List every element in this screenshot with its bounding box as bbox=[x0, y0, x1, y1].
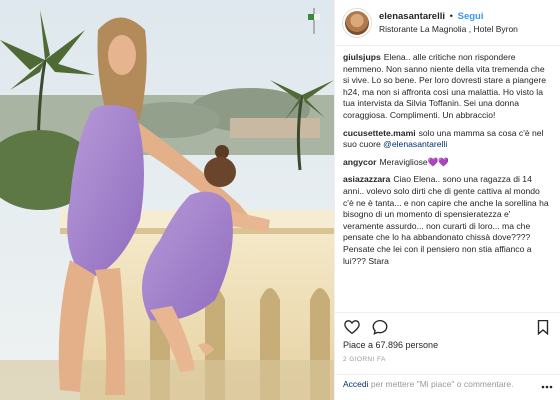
comment-item: angycor Meravigliose💜💜 bbox=[343, 157, 552, 169]
comment-text: Ciao Elena.. sono una ragazza di 14 anni… bbox=[343, 174, 549, 266]
add-comment-area: Accedi per mettere "Mi piace" o commenta… bbox=[335, 374, 560, 400]
comment-username[interactable]: giulsjups bbox=[343, 52, 381, 62]
comment-item: asiazazzara Ciao Elena.. sono una ragazza… bbox=[343, 174, 552, 267]
likes-count[interactable]: Piace a 67.896 persone bbox=[343, 340, 438, 350]
avatar[interactable] bbox=[343, 8, 371, 37]
comment-username[interactable]: angycor bbox=[343, 157, 376, 167]
photo-illustration bbox=[0, 0, 334, 400]
comment-item: cucusettete.mami solo una mamma sa cosa c… bbox=[343, 128, 552, 151]
more-options-icon[interactable] bbox=[540, 380, 554, 394]
speech-bubble-icon[interactable] bbox=[371, 318, 389, 336]
action-bar bbox=[335, 312, 560, 340]
location-link[interactable]: Ristorante La Magnolia , Hotel Byron bbox=[379, 23, 518, 36]
post-sidebar: elenasantarelli • Segui Ristorante La Ma… bbox=[334, 0, 560, 400]
add-comment-text: per mettere "Mi piace" o commentare. bbox=[368, 379, 514, 389]
follow-button[interactable]: Segui bbox=[458, 11, 484, 22]
comment-text: Elena.. alle critiche non rispondere nem… bbox=[343, 52, 547, 120]
instagram-post: elenasantarelli • Segui Ristorante La Ma… bbox=[0, 0, 560, 400]
comment-mention-link[interactable]: @elenasantarelli bbox=[383, 139, 447, 149]
bookmark-icon[interactable] bbox=[534, 318, 552, 336]
post-header: elenasantarelli • Segui Ristorante La Ma… bbox=[335, 0, 560, 46]
comments-list[interactable]: giulsjups Elena.. alle critiche non rispo… bbox=[343, 52, 552, 314]
separator-dot: • bbox=[449, 10, 453, 22]
post-photo[interactable] bbox=[0, 0, 334, 400]
login-link[interactable]: Accedi bbox=[343, 379, 369, 389]
purple-heart-emoji: 💜💜 bbox=[427, 156, 450, 167]
username-link[interactable]: elenasantarelli bbox=[379, 11, 445, 22]
comment-username[interactable]: asiazazzara bbox=[343, 174, 390, 184]
post-date: 2 GIORNI FA bbox=[343, 356, 386, 363]
comment-username[interactable]: cucusettete.mami bbox=[343, 128, 416, 138]
heart-outline-icon[interactable] bbox=[343, 318, 361, 336]
comment-item: giulsjups Elena.. alle critiche non rispo… bbox=[343, 52, 552, 122]
comment-text: Meravigliose bbox=[379, 156, 428, 167]
